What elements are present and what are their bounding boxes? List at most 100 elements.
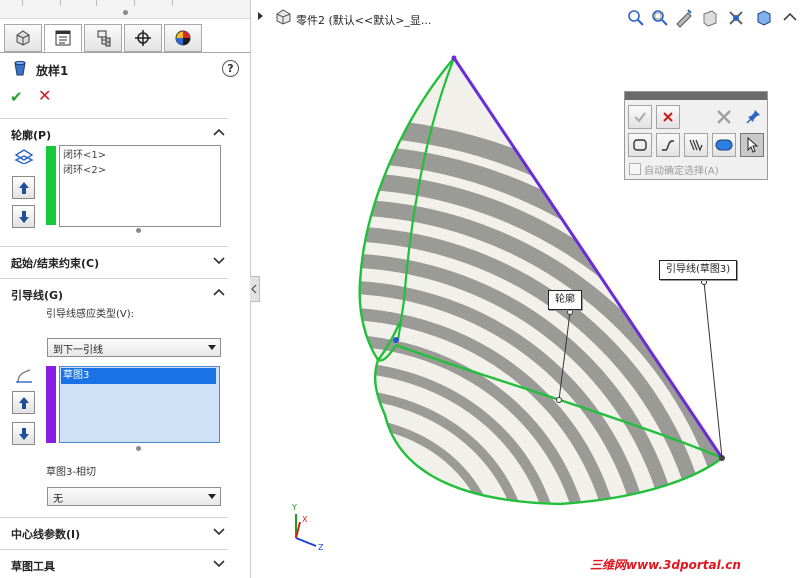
cancel-x-icon[interactable]: ✕ [38,86,51,105]
select-value: 无 [53,494,63,505]
open-loop-icon [662,140,674,151]
move-down-button[interactable] [12,205,35,228]
vertex-point[interactable] [393,337,399,343]
feature-tree-flyout[interactable]: 零件2 (默认<<默认>_显... [258,6,558,32]
group-header-sketch-tools[interactable]: 草图工具 [0,549,228,578]
guide-color-swatch [46,366,56,443]
configuration-manager-icon [97,30,111,47]
part-icon [276,9,291,25]
zebra-stripe [359,469,440,504]
list-item[interactable]: 闭环<1> [63,149,106,163]
list-item[interactable]: 闭环<2> [63,164,106,178]
select-closed-loop-button[interactable] [628,133,652,157]
tangency-label: 草图3-相切 [46,467,96,478]
manager-tabs [4,24,248,52]
help-icon[interactable]: ? [222,60,239,77]
cancel-selection-button[interactable] [656,105,680,129]
splitter-tick [134,0,135,6]
select-region-button[interactable] [712,133,736,157]
splitter-grip[interactable] [123,10,128,15]
select-value: 到下一引线 [53,345,103,356]
chevron-down-icon [208,494,216,499]
splitter-tick [60,0,61,6]
tab-divider [0,52,250,53]
guide-curve-icon [16,369,32,383]
tab-dimxpert-manager[interactable] [124,24,162,52]
arrow-down-icon [18,210,29,223]
splitter-tick [172,0,173,6]
display-style-icon[interactable] [754,8,774,28]
graphics-viewport[interactable]: Y X Z [252,0,808,578]
move-up-button[interactable] [12,176,35,199]
hide-show-items-icon[interactable] [780,8,800,28]
standard-select-button[interactable] [740,133,764,157]
pin-icon[interactable] [746,108,762,124]
section-view-icon[interactable] [700,8,720,28]
watermark-text: 三维网www.3dportal.cn [590,558,741,572]
group-header-profiles[interactable]: 轮廓(P) [0,118,228,147]
group-label: 中心线参数(I) [11,528,81,541]
group-header-guides[interactable]: 引导线(G) [0,278,228,307]
triad-x-label: X [302,515,308,524]
group-label: 轮廓(P) [11,129,52,142]
accept-selection-button[interactable] [628,105,652,129]
list-item[interactable]: 草图3 [61,368,216,384]
group-header-centerline[interactable]: 中心线参数(I) [0,517,228,546]
profile-callout[interactable]: 轮廓 [548,290,582,310]
dimxpert-icon [135,30,151,46]
chevron-down-icon[interactable] [212,556,226,570]
tab-display-manager[interactable] [164,24,202,52]
guide-callout[interactable]: 引导线(草图3) [659,260,738,280]
callout-leader [703,281,723,459]
triad-y-label: Y [291,503,297,512]
clear-selection-icon[interactable] [715,108,733,126]
panel-splitter[interactable] [0,0,250,19]
chevron-down-icon [208,345,216,350]
zoom-to-fit-icon[interactable] [626,8,646,28]
zoom-to-area-icon[interactable] [650,8,670,28]
view-orientation-icon[interactable] [726,8,746,28]
move-up-button[interactable] [12,391,35,414]
select-open-loop-button[interactable] [656,133,680,157]
profiles-list[interactable]: 闭环<1> 闭环<2> [59,145,221,227]
arrow-up-icon [18,181,29,194]
chevron-up-icon[interactable] [212,125,226,139]
splitter-tick [22,0,23,6]
ok-check-icon[interactable]: ✔ [10,88,23,106]
callout-anchor [567,309,573,315]
feature-title-row: 放样1 ? [8,58,244,82]
tab-feature-manager[interactable] [4,24,42,52]
influence-type-label: 引导线感应类型(V): [46,309,135,320]
heads-up-toolbar [626,6,808,30]
expand-caret-icon[interactable] [258,12,263,20]
chevron-down-icon[interactable] [212,253,226,267]
selection-toolbar: 自动确定选择(A) [624,91,768,180]
chevron-down-icon[interactable] [212,524,226,538]
tab-property-manager[interactable] [44,24,82,52]
group-header-start-end[interactable]: 起始/结束约束(C) [0,246,228,275]
toolbar-titlebar[interactable] [625,92,767,100]
list-resize-grip[interactable] [136,446,141,451]
guide-endpoint[interactable] [451,55,457,61]
tangency-select[interactable]: 无 [47,487,221,506]
region-icon [715,139,733,151]
previous-view-icon[interactable] [674,8,694,28]
group-select-icon [689,139,703,152]
loft-icon [14,60,26,76]
move-down-button[interactable] [12,422,35,445]
guides-list[interactable]: 草图3 [59,366,220,443]
feature-title: 放样1 [36,64,69,78]
callout-anchor [556,397,562,403]
influence-type-select[interactable]: 到下一引线 [47,338,221,357]
select-group-button[interactable] [684,133,708,157]
list-resize-grip[interactable] [136,228,141,233]
auto-select-checkbox[interactable] [629,163,641,175]
chevron-up-icon[interactable] [212,285,226,299]
group-label: 引导线(G) [11,289,64,302]
closed-loop-icon [633,139,647,151]
callout-anchor [701,279,707,285]
tab-configuration-manager[interactable] [84,24,122,52]
feature-manager-icon [16,30,30,46]
profile-color-swatch [46,146,56,225]
triad-z-label: Z [318,543,324,552]
